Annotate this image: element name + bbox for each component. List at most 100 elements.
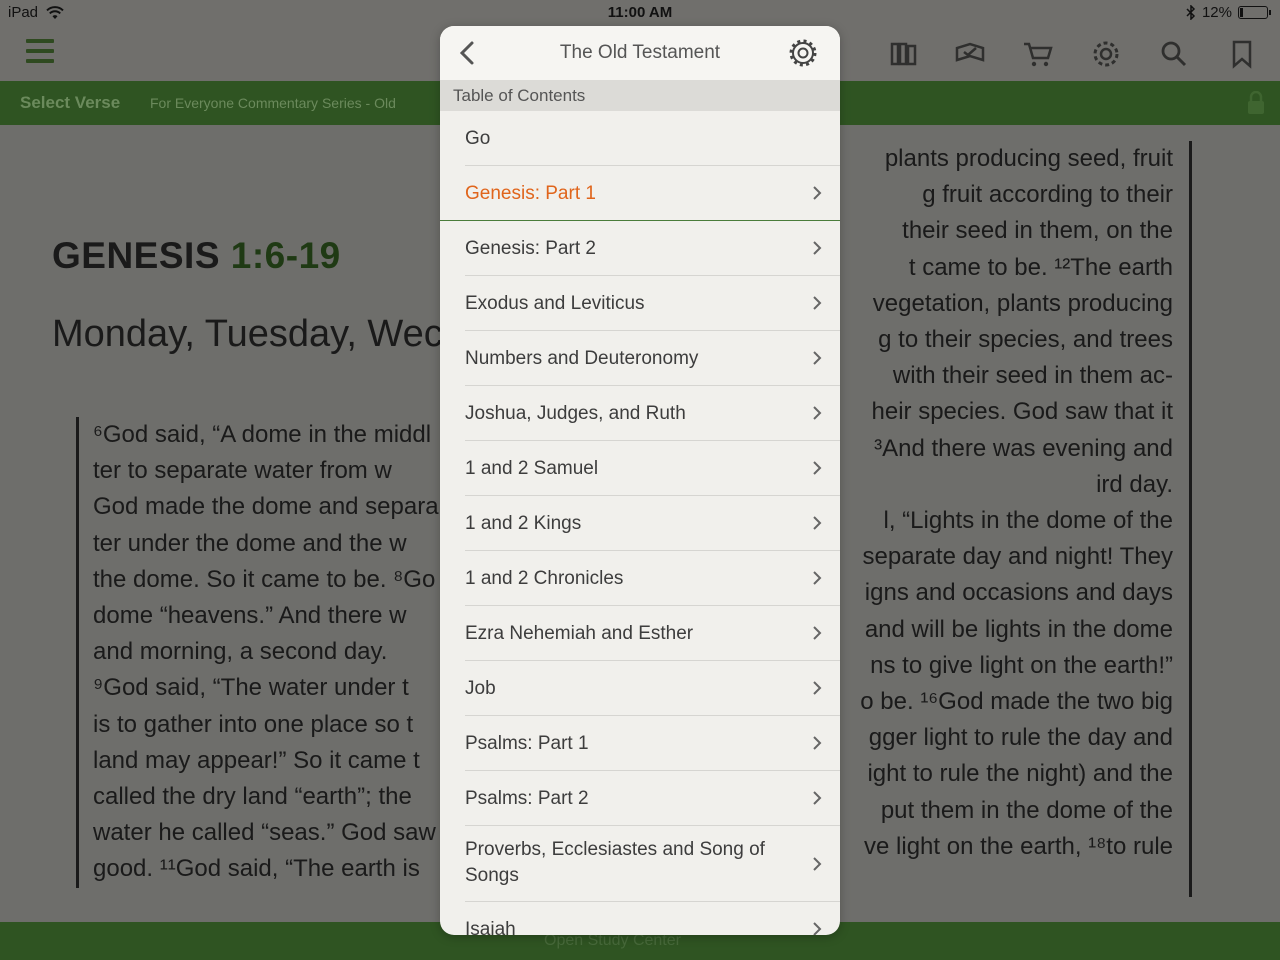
settings-gear-icon[interactable] <box>788 38 818 68</box>
toc-item[interactable]: Exodus and Leviticus <box>465 276 840 331</box>
text-line: o be. ¹⁶God made the two big <box>860 688 1173 716</box>
text-line: good. ¹¹God said, “The earth is <box>93 855 420 883</box>
text-line: and morning, a second day. <box>93 638 388 666</box>
text-line: with their seed in them ac- <box>892 362 1173 390</box>
text-line: called the dry land “earth”; the <box>93 783 412 811</box>
toc-item-label: Numbers and Deuteronomy <box>465 348 699 369</box>
toc-item-label: Job <box>465 678 496 699</box>
status-bar: iPad 11:00 AM 12% <box>0 0 1280 26</box>
passage-title: Monday, Tuesday, Wec <box>52 313 443 355</box>
toc-item-label: Proverbs, Ecclesiastes and Song of Songs <box>465 839 765 886</box>
text-line: ter under the dome and the w <box>93 529 407 557</box>
toc-item-label: Genesis: Part 1 <box>465 183 596 204</box>
library-icon[interactable] <box>888 38 920 70</box>
bookmark-icon[interactable] <box>1226 38 1258 70</box>
toc-item[interactable]: Job <box>465 661 840 716</box>
toc-item[interactable]: 1 and 2 Chronicles <box>465 551 840 606</box>
toc-item[interactable]: Numbers and Deuteronomy <box>465 331 840 386</box>
text-line: l, “Lights in the dome of the <box>883 507 1174 535</box>
text-line: separate day and night! They <box>862 543 1173 571</box>
text-line: ⁶God said, “A dome in the middl <box>93 421 432 448</box>
toc-list: Go Genesis: Part 1 Genesis: Part 2 Exodus … <box>440 111 840 935</box>
text-line: and will be lights in the dome <box>864 615 1173 643</box>
gear-icon[interactable] <box>1090 38 1122 70</box>
text-column-left: ⁶God said, “A dome in the middl ter to se… <box>76 417 440 888</box>
passage-book: GENESIS <box>52 235 220 276</box>
text-line: ve light on the earth, ¹⁸to rule <box>864 832 1173 860</box>
menu-icon[interactable] <box>26 39 54 67</box>
study-icon[interactable] <box>954 38 986 70</box>
text-line: ns to give light on the earth!” <box>870 651 1173 679</box>
text-line: plants producing seed, fruit <box>884 145 1173 172</box>
series-title[interactable]: For Everyone Commentary Series - Old <box>150 95 396 111</box>
text-line: gger light to rule the day and <box>868 724 1173 752</box>
text-line: g fruit according to their <box>922 181 1173 209</box>
text-line: is to gather into one place so t <box>93 710 414 738</box>
toc-item[interactable]: Isaiah <box>465 902 840 935</box>
toc-popover: The Old Testament Table of Contents Go G… <box>440 26 840 935</box>
text-line: t came to be. ¹²The earth <box>908 253 1173 281</box>
text-line: vegetation, plants producing <box>872 289 1173 317</box>
toc-item-label: 1 and 2 Chronicles <box>465 568 624 589</box>
text-line: ight to rule the night) and the <box>867 760 1173 788</box>
toc-item-label: 1 and 2 Samuel <box>465 458 599 479</box>
toc-item-label: Joshua, Judges, and Ruth <box>465 403 686 424</box>
toc-item-label: Psalms: Part 2 <box>465 788 589 809</box>
text-column-right: plants producing seed, fruit g fruit acco… <box>840 141 1192 897</box>
text-line: their seed in them, on the <box>902 217 1173 245</box>
toc-item-label: 1 and 2 Kings <box>465 513 582 534</box>
toc-item-label: Exodus and Leviticus <box>465 293 645 314</box>
toc-item[interactable]: Genesis: Part 1 <box>440 166 840 221</box>
chevron-right-icon <box>813 791 822 805</box>
text-line: water he called “seas.” God saw <box>93 819 436 847</box>
bluetooth-icon <box>1186 5 1196 20</box>
popover-header: The Old Testament <box>440 26 840 80</box>
toc-item[interactable]: Proverbs, Ecclesiastes and Song of Songs <box>465 826 840 902</box>
lock-icon[interactable] <box>1246 91 1266 115</box>
toc-item[interactable]: Psalms: Part 2 <box>465 771 840 826</box>
chevron-right-icon <box>813 461 822 475</box>
text-line: igns and occasions and days <box>864 579 1173 607</box>
chevron-right-icon <box>813 296 822 310</box>
popover-title: The Old Testament <box>559 42 721 63</box>
section-header: Table of Contents <box>440 80 840 111</box>
text-line: g to their species, and trees <box>878 326 1173 354</box>
select-verse-button[interactable]: Select Verse <box>20 93 120 113</box>
text-line: put them in the dome of the <box>880 796 1173 824</box>
go-item[interactable]: Go <box>465 111 840 166</box>
toc-item[interactable]: Ezra Nehemiah and Esther <box>465 606 840 661</box>
text-line: heir species. God saw that it <box>871 398 1173 426</box>
status-time: 11:00 AM <box>607 4 673 21</box>
toc-item-label: Genesis: Part 2 <box>465 238 596 259</box>
text-line: ³And there was evening and <box>874 434 1173 462</box>
toc-item[interactable]: Genesis: Part 2 <box>465 221 840 276</box>
go-label: Go <box>465 128 491 149</box>
toc-item[interactable]: 1 and 2 Samuel <box>465 441 840 496</box>
toc-item-label: Psalms: Part 1 <box>465 733 589 754</box>
toc-item[interactable]: Psalms: Part 1 <box>465 716 840 771</box>
battery-level-fill <box>1240 8 1244 17</box>
passage-reference: GENESIS 1:6-19 <box>52 235 341 277</box>
text-line: God made the dome and separa <box>93 493 439 521</box>
search-icon[interactable] <box>1158 38 1190 70</box>
chevron-right-icon <box>813 681 822 695</box>
text-line: land may appear!” So it came t <box>93 746 420 774</box>
toc-item[interactable]: 1 and 2 Kings <box>465 496 840 551</box>
battery-icon <box>1238 6 1271 19</box>
chevron-right-icon <box>813 406 822 420</box>
toc-item-label: Ezra Nehemiah and Esther <box>465 623 694 644</box>
battery-percent: 12% <box>1201 4 1232 21</box>
chevron-right-icon <box>813 736 822 750</box>
toc-item[interactable]: Joshua, Judges, and Ruth <box>465 386 840 441</box>
chevron-right-icon <box>813 516 822 530</box>
cart-icon[interactable] <box>1022 38 1054 70</box>
chevron-right-icon <box>813 922 822 935</box>
text-line: the dome. So it came to be. ⁸Go <box>93 565 436 593</box>
toc-item-label: Isaiah <box>465 919 516 935</box>
text-line: ⁹God said, “The water under t <box>93 674 409 702</box>
chevron-right-icon <box>813 571 822 585</box>
chevron-right-icon <box>813 856 822 871</box>
chevron-right-icon <box>813 351 822 365</box>
text-line: ter to separate water from w <box>93 457 392 485</box>
passage-verses: 1:6-19 <box>230 235 341 276</box>
